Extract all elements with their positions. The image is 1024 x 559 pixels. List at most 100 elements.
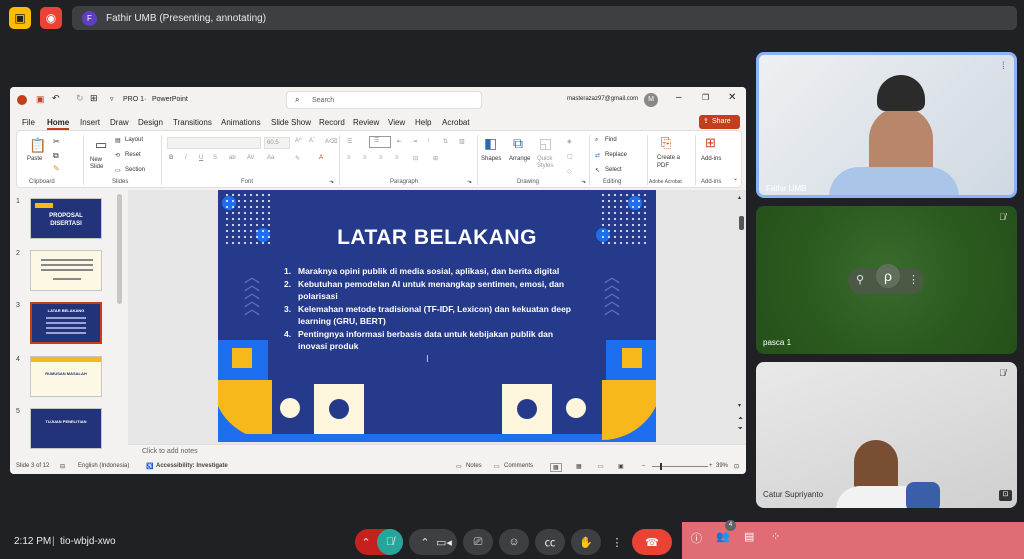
underline-icon[interactable]: U bbox=[199, 155, 203, 161]
mic-button[interactable]: ⌃ 🎙̸ bbox=[355, 529, 403, 555]
arrange-label[interactable]: Arrange bbox=[509, 156, 530, 162]
participant-tile-3[interactable]: 🎙̸ Catur Supriyanto ⊡ bbox=[756, 362, 1017, 508]
zoom-out-icon[interactable]: – bbox=[642, 463, 645, 469]
decrease-indent-icon[interactable]: ⇤ bbox=[397, 138, 402, 145]
slide-sorter-icon[interactable]: ▦ bbox=[576, 463, 582, 470]
account-avatar[interactable]: M bbox=[644, 93, 658, 107]
highlight-icon[interactable]: ✎ bbox=[295, 155, 300, 162]
pin-icon[interactable]: ⚲ bbox=[856, 273, 864, 286]
scroll-thumb[interactable] bbox=[739, 216, 744, 230]
language-label[interactable]: English (Indonesia) bbox=[78, 463, 129, 469]
line-spacing-icon[interactable]: ↕ bbox=[427, 138, 430, 144]
slide-body-list[interactable]: 1. Maraknya opini publik di media sosial,… bbox=[284, 265, 584, 353]
tab-file[interactable]: File bbox=[22, 118, 35, 127]
comments-icon[interactable]: ▭ bbox=[494, 463, 500, 470]
align-center-icon[interactable]: ≡ bbox=[363, 155, 367, 161]
slide-thumbnail-3[interactable]: LATAR BELAKANG bbox=[30, 302, 102, 344]
participant-tile-2[interactable]: 🎙̸ ⚲ ρ ⋮ pasca 1 bbox=[756, 206, 1017, 354]
present-button[interactable]: ⎚ bbox=[463, 529, 493, 555]
paragraph-launcher-icon[interactable]: ⬎ bbox=[467, 178, 472, 185]
raise-hand-button[interactable]: ✋ bbox=[571, 529, 601, 555]
select-label[interactable]: Select bbox=[605, 167, 622, 173]
tab-slide-show[interactable]: Slide Show bbox=[271, 118, 311, 127]
share-button[interactable]: ⇪ Share bbox=[699, 115, 740, 129]
reset-label[interactable]: Reset bbox=[125, 152, 141, 158]
accessibility-label[interactable]: Accessibility: Investigate bbox=[156, 463, 228, 469]
slide-thumbnail-4[interactable]: RUMUSAN MASALAH bbox=[30, 356, 102, 397]
people-icon[interactable]: 👥 bbox=[716, 530, 730, 543]
create-pdf-icon[interactable]: ⎘ bbox=[661, 135, 671, 151]
numbering-icon[interactable]: ☰ bbox=[369, 136, 391, 148]
italic-icon[interactable]: I bbox=[185, 155, 187, 161]
normal-view-icon[interactable]: ▦ bbox=[550, 463, 562, 472]
create-pdf-label[interactable]: Create a PDF bbox=[657, 154, 683, 170]
slide-title[interactable]: LATAR BELAKANG bbox=[218, 226, 656, 250]
paste-label[interactable]: Paste bbox=[27, 156, 42, 162]
tab-animations[interactable]: Animations bbox=[221, 118, 261, 127]
add-ins-label[interactable]: Add-ins bbox=[701, 156, 721, 162]
align-text-icon[interactable]: ⊟ bbox=[413, 155, 418, 162]
find-label[interactable]: Find bbox=[605, 137, 617, 143]
drawing-launcher-icon[interactable]: ⬎ bbox=[581, 178, 586, 185]
activities-icon[interactable]: ⁘ bbox=[771, 530, 780, 543]
justify-icon[interactable]: ≡ bbox=[395, 155, 399, 161]
quick-styles-icon[interactable]: ◱ bbox=[539, 135, 552, 152]
smartart-icon[interactable]: ⊞ bbox=[433, 155, 438, 162]
bullets-icon[interactable]: ☰ bbox=[347, 138, 352, 145]
chat-icon[interactable]: ▤ bbox=[744, 530, 754, 543]
select-icon[interactable]: ↖ bbox=[595, 167, 600, 174]
increase-indent-icon[interactable]: ⇥ bbox=[412, 138, 417, 145]
close-icon[interactable]: ✕ bbox=[728, 92, 736, 103]
present-icon[interactable]: ⊞ bbox=[90, 93, 98, 104]
mic-off-icon[interactable]: 🎙̸ bbox=[377, 529, 403, 555]
scroll-up-icon[interactable]: ▴ bbox=[738, 194, 741, 201]
spellcheck-icon[interactable]: ⊟ bbox=[60, 463, 65, 470]
font-family-input[interactable] bbox=[167, 137, 261, 149]
previous-slide-icon[interactable]: ⏶ bbox=[738, 416, 743, 423]
thumbnails-scrollbar[interactable] bbox=[117, 194, 122, 304]
tab-home[interactable]: Home bbox=[47, 118, 70, 130]
scroll-down-icon[interactable]: ▾ bbox=[738, 402, 741, 409]
fit-slide-icon[interactable]: ⊡ bbox=[734, 463, 739, 470]
tab-design[interactable]: Design bbox=[138, 118, 163, 127]
slideshow-view-icon[interactable]: ▣ bbox=[618, 463, 624, 470]
next-slide-icon[interactable]: ⏷ bbox=[738, 426, 743, 433]
search-box[interactable]: ⌕ Search bbox=[286, 91, 482, 109]
add-ins-icon[interactable]: ⊞ bbox=[705, 135, 716, 151]
chevron-up-icon[interactable]: ⌃ bbox=[355, 536, 377, 549]
arrange-icon[interactable]: ⧉ bbox=[513, 135, 523, 152]
camera-icon[interactable]: ▭◂ bbox=[436, 536, 452, 549]
slide-thumbnail-1[interactable]: PROPOSAL DISERTASI bbox=[30, 198, 102, 239]
customize-toolbar-icon[interactable]: ▿ bbox=[110, 95, 114, 103]
char-spacing-icon[interactable]: AV bbox=[247, 155, 255, 161]
quick-styles-label[interactable]: Quick Styles bbox=[537, 156, 561, 170]
shapes-label[interactable]: Shapes bbox=[481, 156, 501, 162]
font-launcher-icon[interactable]: ⬎ bbox=[329, 178, 334, 185]
strikethrough-icon[interactable]: ab bbox=[229, 155, 236, 161]
shadow-icon[interactable]: S bbox=[213, 155, 217, 161]
format-painter-icon[interactable]: ✎ bbox=[53, 164, 60, 173]
tab-draw[interactable]: Draw bbox=[110, 118, 129, 127]
emoji-button[interactable]: ☺ bbox=[499, 529, 529, 555]
new-slide-label[interactable]: New Slide bbox=[90, 157, 112, 171]
tab-review[interactable]: Review bbox=[353, 118, 379, 127]
shape-effects-icon[interactable]: ◇ bbox=[567, 168, 572, 175]
copy-icon[interactable]: ⧉ bbox=[53, 151, 59, 161]
find-icon[interactable]: ⌕ bbox=[595, 137, 598, 144]
align-left-icon[interactable]: ≡ bbox=[347, 155, 351, 161]
tab-acrobat[interactable]: Acrobat bbox=[442, 118, 470, 127]
tab-insert[interactable]: Insert bbox=[80, 118, 100, 127]
section-label[interactable]: Section bbox=[125, 167, 145, 173]
participant-tile-1[interactable]: ⁞ Fathir UMB bbox=[756, 52, 1017, 198]
present-off-icon[interactable]: ▣ bbox=[9, 7, 31, 29]
redo-icon[interactable]: ↻ bbox=[76, 93, 84, 104]
tab-record[interactable]: Record bbox=[319, 118, 345, 127]
tab-transitions[interactable]: Transitions bbox=[173, 118, 212, 127]
cut-icon[interactable]: ✂ bbox=[53, 137, 60, 146]
tab-view[interactable]: View bbox=[388, 118, 405, 127]
slide-thumbnail-5[interactable]: TUJUAN PENELITIAN bbox=[30, 408, 102, 449]
align-right-icon[interactable]: ≡ bbox=[379, 155, 383, 161]
comments-button[interactable]: Comments bbox=[504, 463, 533, 469]
zoom-slider-thumb[interactable] bbox=[660, 463, 662, 470]
tab-help[interactable]: Help bbox=[415, 118, 431, 127]
